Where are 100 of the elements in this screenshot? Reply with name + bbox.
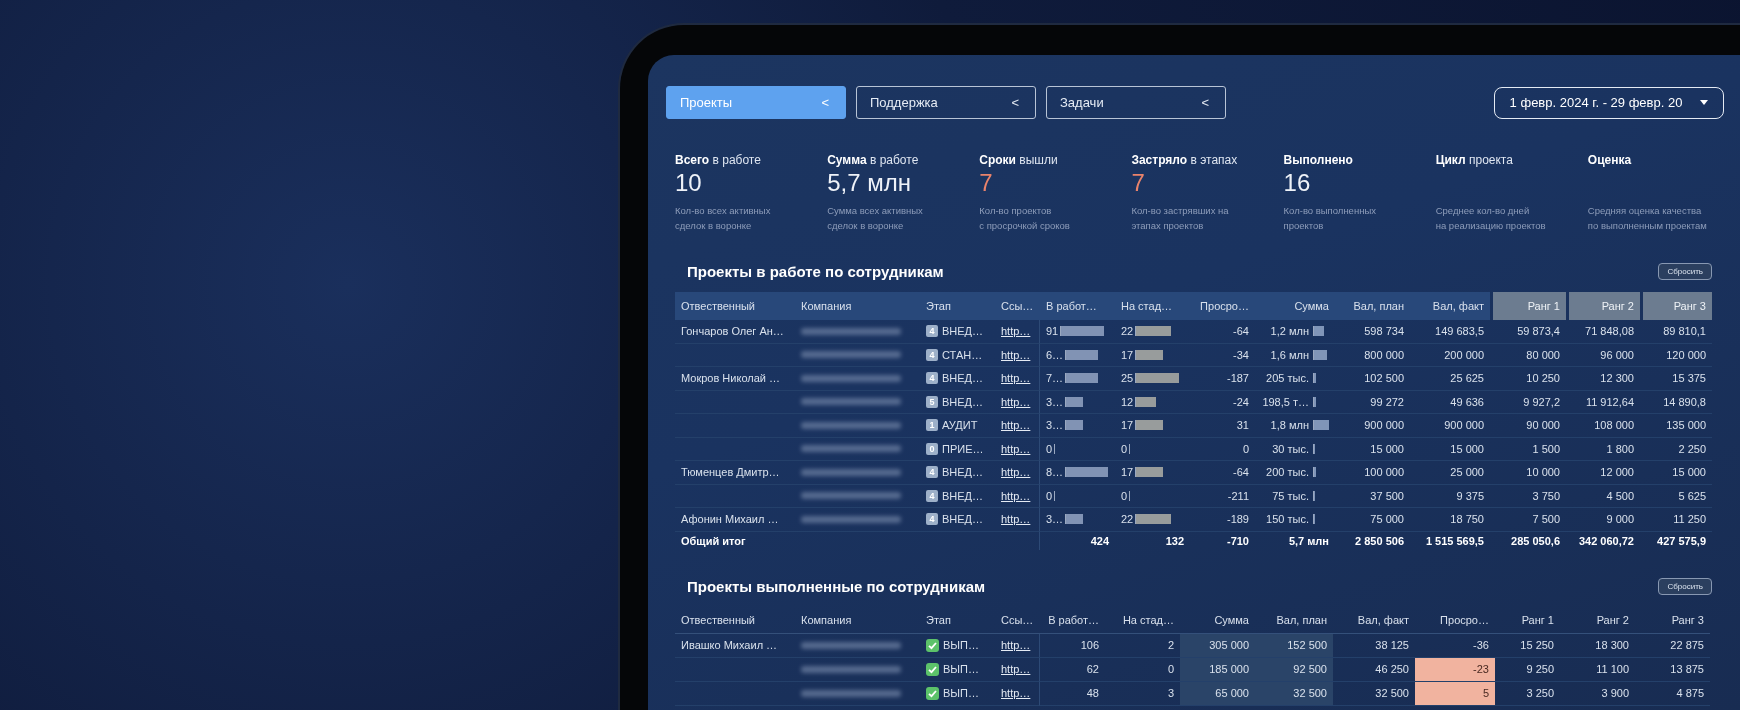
column-header[interactable]: Вал, факт: [1410, 292, 1490, 320]
stage-label: ВЫП…: [943, 687, 979, 699]
stage-label: ВНЕД…: [942, 325, 984, 338]
kpi-value: 7: [1131, 169, 1146, 198]
table-cell: 3 900: [1560, 681, 1635, 706]
table-cell: 1,8 млн: [1270, 419, 1309, 432]
stage-badge: 4: [926, 348, 938, 361]
table-cell: 6…: [1046, 348, 1064, 361]
column-header[interactable]: Просро…: [1415, 606, 1495, 634]
date-range-picker[interactable]: 1 февр. 2024 г. - 29 февр. 20: [1494, 86, 1724, 119]
column-header[interactable]: Ссы…: [995, 606, 1040, 634]
link[interactable]: http…: [1001, 687, 1031, 699]
link[interactable]: http…: [1001, 395, 1031, 408]
table-cell: -64: [1190, 461, 1255, 485]
table-cell: 12 000: [1566, 461, 1640, 485]
table-cell: Гончаров Олег Ан…: [675, 320, 795, 344]
table-cell: 3 750: [1490, 484, 1566, 508]
column-header[interactable]: Компания: [795, 292, 920, 320]
link[interactable]: http…: [1001, 348, 1031, 361]
table-cell: 18 750: [1410, 508, 1490, 532]
link[interactable]: http…: [1001, 513, 1031, 526]
table-cell: 0: [1121, 442, 1128, 455]
total-label: Общий итог: [680, 533, 747, 549]
column-header[interactable]: В работ…: [1040, 606, 1105, 634]
table-cell: 0: [1046, 442, 1053, 455]
filter-dropdown[interactable]: Поддержка <: [856, 86, 1036, 119]
table-cell: 18 300: [1560, 633, 1635, 658]
kpi-description: Кол-во выполненных проектов: [1283, 204, 1377, 233]
column-header[interactable]: Ранг 3: [1643, 292, 1712, 320]
column-header[interactable]: Ранг 1: [1493, 292, 1566, 320]
filter-dropdown[interactable]: Задачи <: [1046, 86, 1226, 119]
column-header[interactable]: Ранг 1: [1495, 606, 1560, 634]
column-header[interactable]: На стад…: [1105, 606, 1180, 634]
table-cell: 25: [1121, 372, 1134, 385]
table-cell: 17: [1121, 419, 1134, 432]
column-header[interactable]: Компания: [795, 606, 920, 634]
table-cell: -64: [1190, 320, 1255, 344]
reset-button[interactable]: Сбросить: [1658, 577, 1712, 595]
column-header[interactable]: Ссы…: [995, 292, 1040, 320]
table-cell: 17: [1121, 466, 1134, 479]
table-cell: 900 000: [1410, 414, 1490, 438]
column-header[interactable]: Сумма: [1180, 606, 1255, 634]
table-cell: 1,2 млн: [1270, 325, 1309, 338]
link[interactable]: http…: [1001, 372, 1031, 385]
kpi-value: 10: [675, 169, 703, 198]
column-header[interactable]: Отвественный: [675, 292, 795, 320]
table-cell: Мокров Николай …: [675, 367, 795, 391]
kpi-description: Среднее кол-во дней на реализацию проектов: [1435, 204, 1547, 233]
table-cell: 11 250: [1640, 508, 1712, 532]
table-cell: 305 000: [1180, 633, 1255, 658]
table-cell: 200 тыс.: [1266, 466, 1309, 479]
table-cell: 0: [1190, 437, 1255, 461]
reset-button[interactable]: Сбросить: [1658, 263, 1712, 280]
link[interactable]: http…: [1001, 663, 1031, 675]
table-cell: 22: [1121, 325, 1134, 338]
table-cell: 90 000: [1490, 414, 1566, 438]
table-cell: 152 500: [1255, 633, 1333, 658]
table-cell: 62: [1040, 657, 1105, 682]
link[interactable]: http…: [1001, 442, 1031, 455]
stage-badge: 0: [926, 442, 938, 455]
column-header[interactable]: Вал, план: [1255, 606, 1333, 634]
stage-label: АУДИТ: [942, 419, 978, 432]
column-header[interactable]: На стад…: [1115, 292, 1190, 320]
column-header[interactable]: Этап: [920, 606, 995, 634]
total-cell-text: 427 575,9: [1656, 533, 1707, 549]
column-header[interactable]: Ранг 3: [1635, 606, 1710, 634]
column-header[interactable]: Вал, факт: [1333, 606, 1415, 634]
table-cell: -23: [1415, 657, 1495, 682]
table-cell: 14 890,8: [1640, 390, 1712, 414]
table-cell: 92 500: [1255, 657, 1333, 682]
column-header[interactable]: В работ…: [1040, 292, 1115, 320]
table-cell: 99 272: [1335, 390, 1410, 414]
table-cell: 149 683,5: [1410, 320, 1490, 344]
table-cell: 3…: [1046, 419, 1064, 432]
table-cell: 80 000: [1490, 343, 1566, 367]
stage-badge: 4: [926, 513, 938, 526]
column-header[interactable]: Сумма: [1255, 292, 1335, 320]
stage-label: ПРИЕ…: [942, 442, 984, 455]
column-header[interactable]: Ранг 2: [1569, 292, 1640, 320]
total-cell-text: 285 050,6: [1510, 533, 1561, 549]
table-cell: 7…: [1046, 372, 1064, 385]
link[interactable]: http…: [1001, 489, 1031, 502]
column-header[interactable]: Вал, план: [1335, 292, 1410, 320]
link[interactable]: http…: [1001, 419, 1031, 432]
table-cell: 32 500: [1255, 681, 1333, 706]
table-cell: 15 250: [1495, 633, 1560, 658]
table-cell: 49 636: [1410, 390, 1490, 414]
table-cell: 75 000: [1335, 508, 1410, 532]
total-cell-text: -710: [1225, 533, 1250, 549]
link[interactable]: http…: [1001, 325, 1031, 338]
column-header[interactable]: Ранг 2: [1560, 606, 1635, 634]
table-cell: -34: [1190, 343, 1255, 367]
link[interactable]: http…: [1001, 639, 1031, 651]
link[interactable]: http…: [1001, 466, 1031, 479]
checkmark-icon: [926, 686, 939, 700]
column-header[interactable]: Просро…: [1190, 292, 1255, 320]
column-header[interactable]: Этап: [920, 292, 995, 320]
table-cell: 3 250: [1495, 681, 1560, 706]
column-header[interactable]: Отвественный: [675, 606, 795, 634]
table-cell: 13 875: [1635, 657, 1710, 682]
